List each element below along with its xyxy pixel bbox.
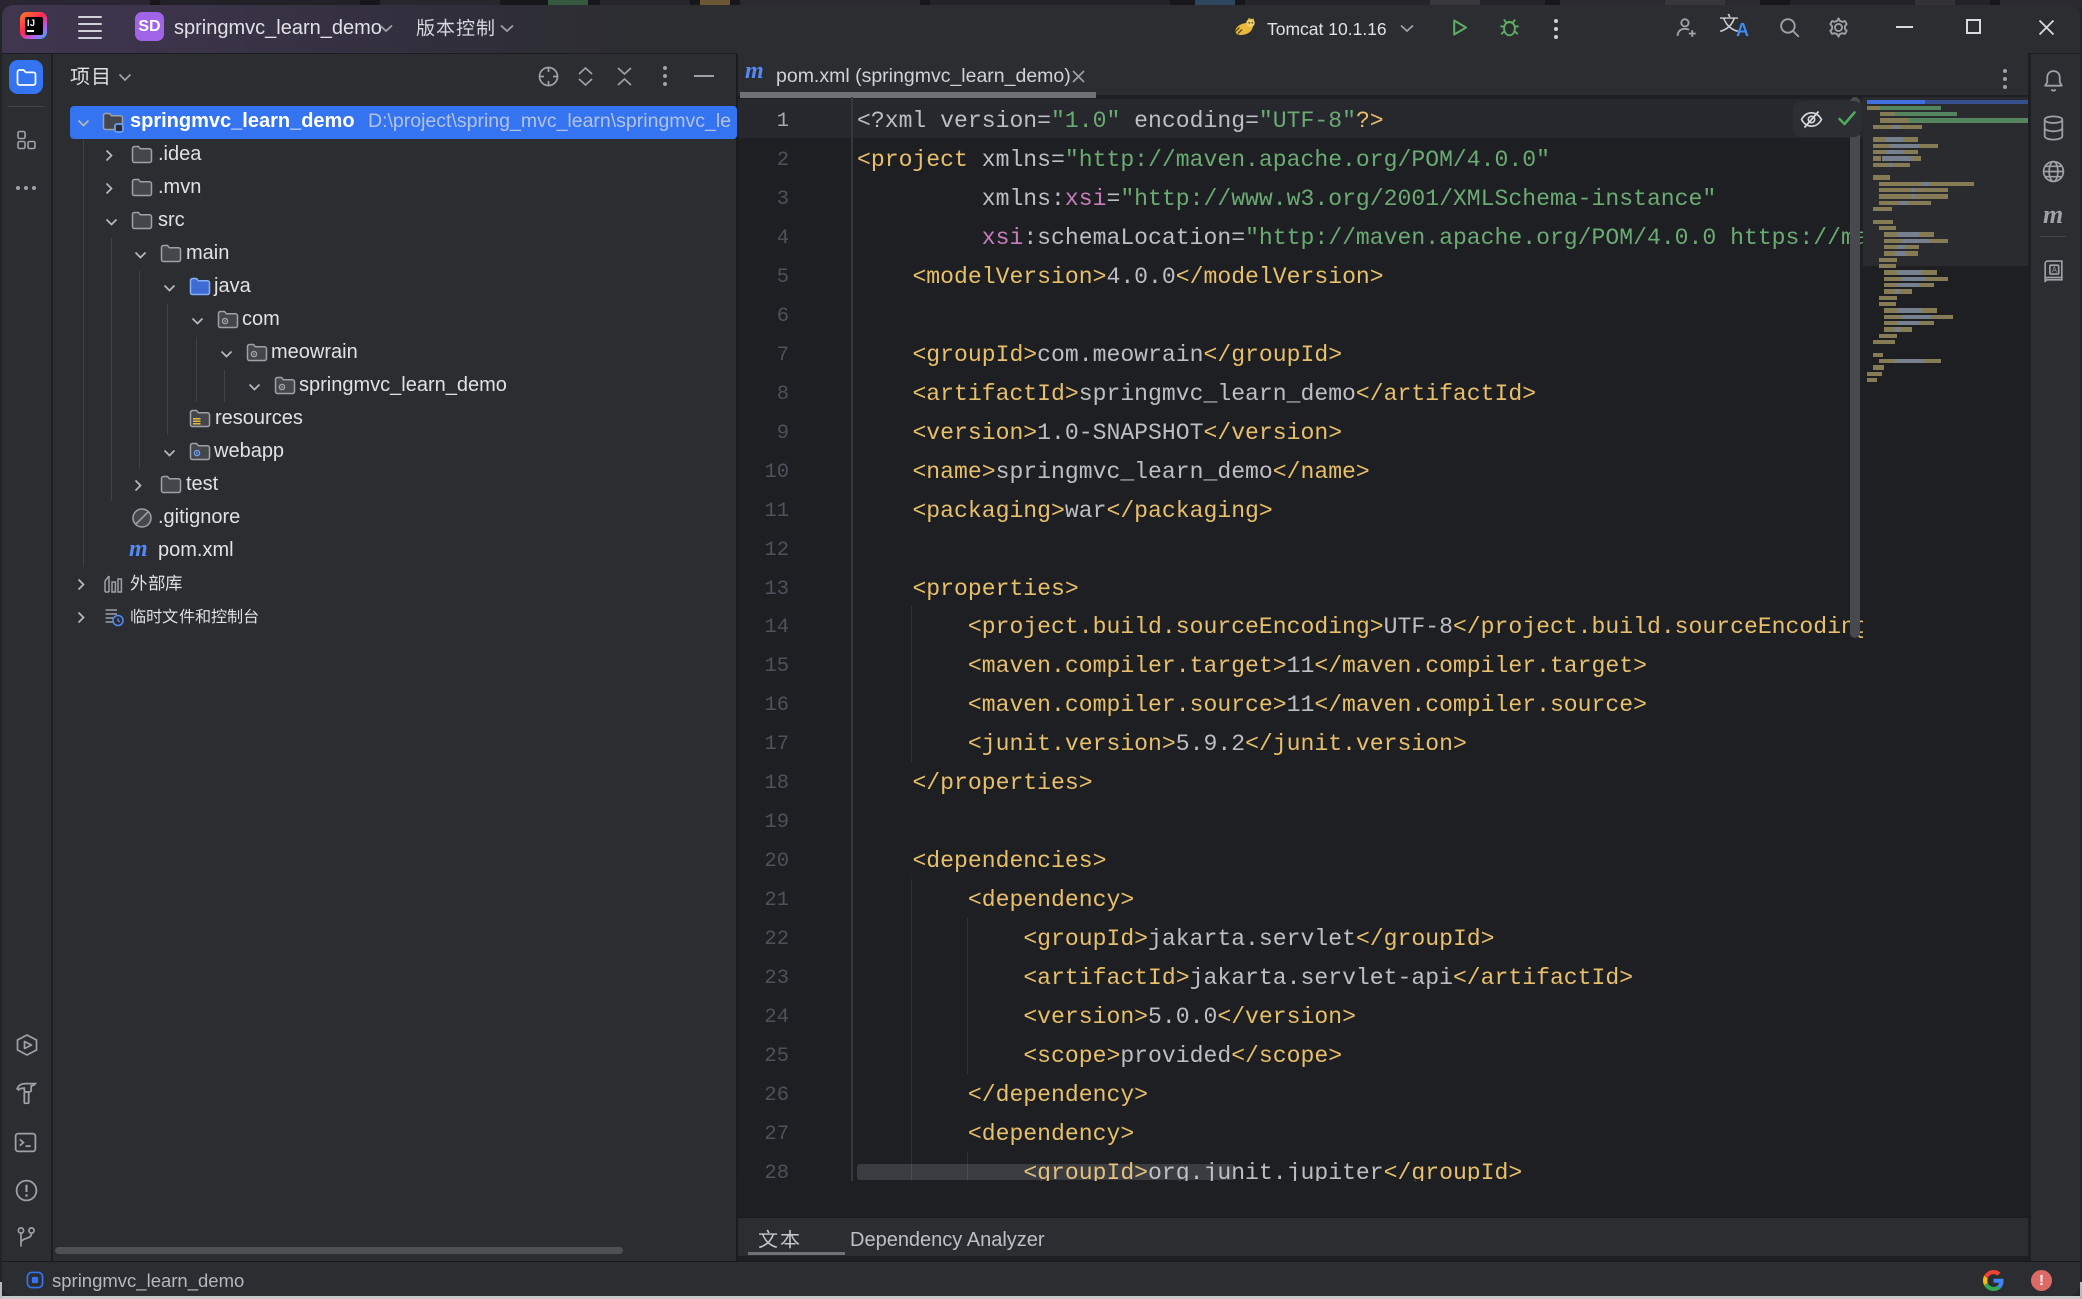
svg-text:A: A — [2052, 265, 2058, 274]
